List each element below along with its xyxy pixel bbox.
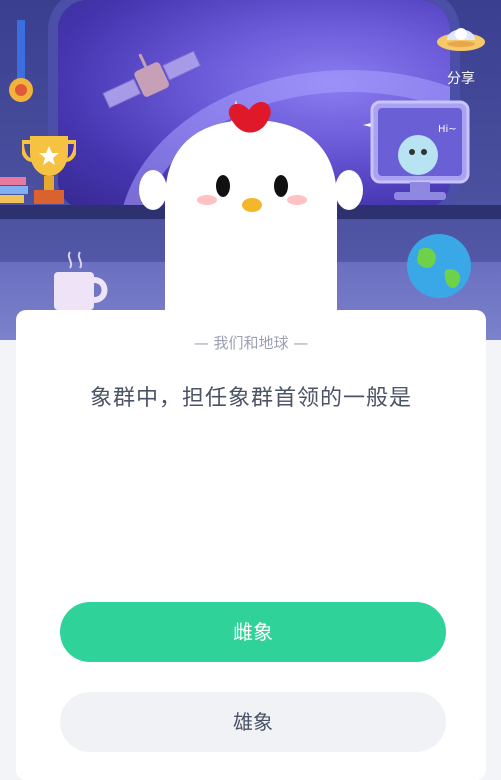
trophy-icon (22, 136, 76, 204)
mug-icon (54, 251, 108, 310)
monitor-hi-text: Hi~ (438, 124, 457, 135)
books-icon (0, 177, 28, 203)
option-button-2[interactable]: 雄象 (60, 692, 446, 752)
share-button[interactable]: 分享 (431, 18, 491, 88)
medal-icon (9, 20, 33, 102)
quiz-card: — 我们和地球 — 象群中，担任象群首领的一般是 雌象 雄象 (16, 310, 486, 780)
ufo-share-icon (437, 28, 485, 51)
globe-icon (407, 234, 471, 298)
header-illustration: Hi~ 分享 (0, 0, 501, 340)
share-label: 分享 (447, 71, 475, 87)
monitor-illustration: Hi~ (370, 100, 470, 200)
option-button-1[interactable]: 雌象 (60, 602, 446, 662)
chicken-mascot (139, 101, 363, 340)
quiz-category: — 我们和地球 — (193, 334, 309, 352)
quiz-question: 象群中，担任象群首领的一般是 (89, 386, 412, 411)
